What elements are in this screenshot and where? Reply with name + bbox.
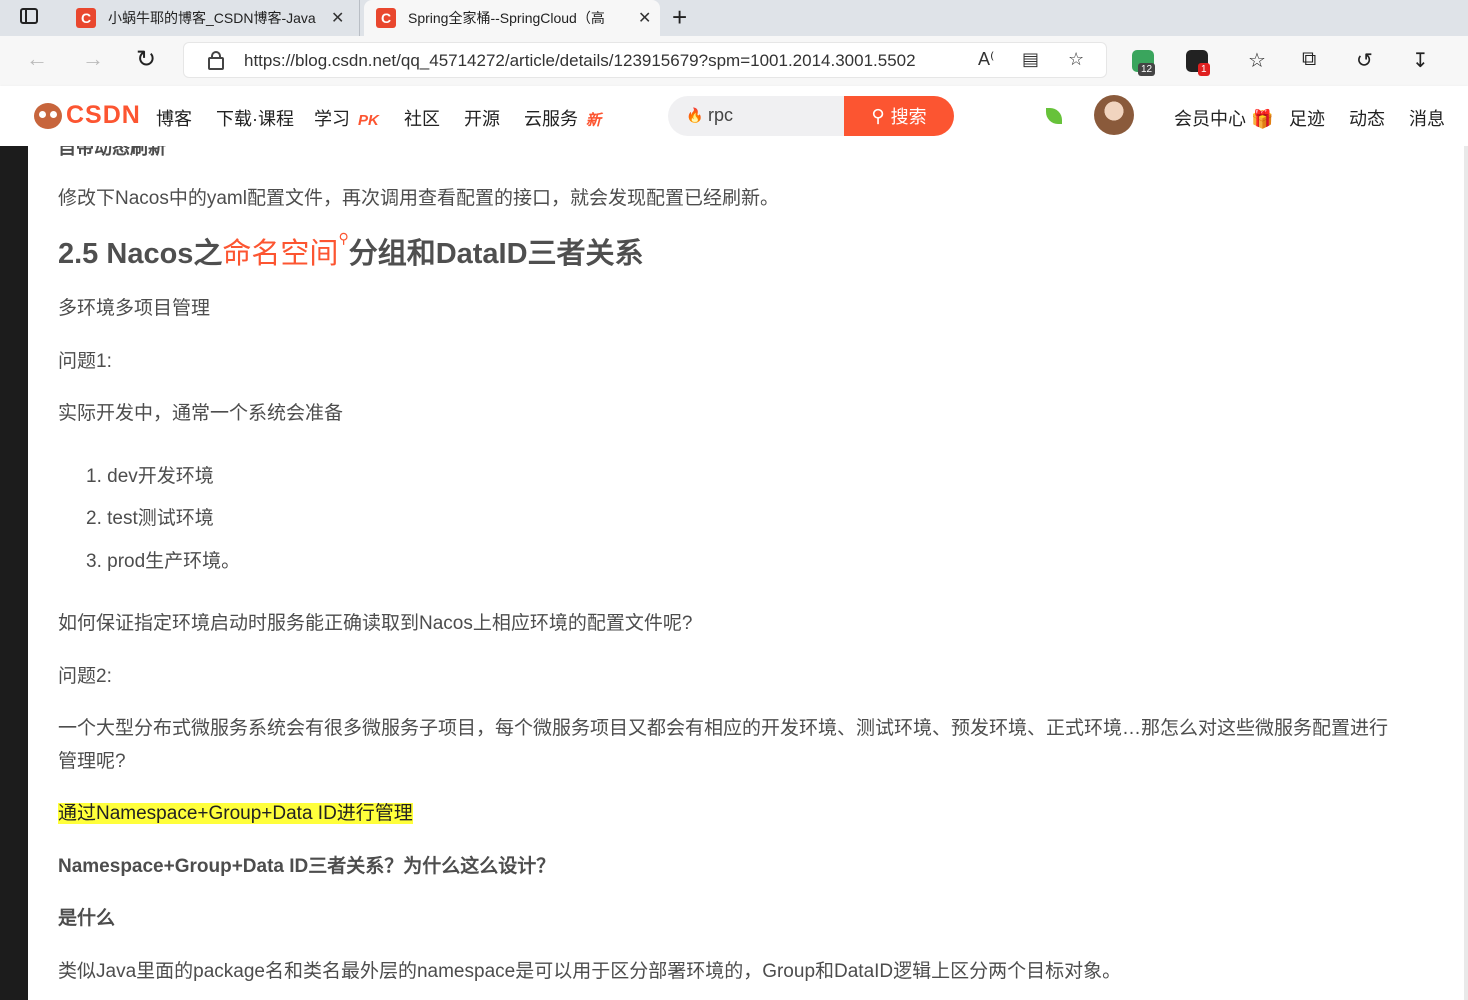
list-item: 1. dev开发环境 (86, 466, 214, 487)
nav-member-center[interactable]: 会员中心 🎁 (1174, 105, 1273, 131)
csdn-header: CSDN 博客 下载·课程 学习PK 社区 开源 云服务新 🔥 ⚲ 搜索 会员中… (0, 86, 1468, 146)
nav-blog[interactable]: 博客 (156, 105, 192, 131)
nav-cloud-service[interactable]: 云服务新 (524, 105, 601, 131)
read-aloud-icon[interactable]: A⁽ (978, 49, 994, 70)
background-strip (0, 146, 28, 1000)
tab-title: Spring全家桶--SpringCloud（高 (408, 10, 605, 26)
avatar[interactable] (1094, 95, 1134, 135)
favorites-icon[interactable]: ☆ (1248, 48, 1266, 73)
hot-fire-icon: 🔥 (686, 107, 704, 123)
tab-csdn-blog[interactable]: C 小蜗牛耶的博客_CSDN博客-Java ✕ (62, 0, 360, 36)
back-arrow-icon[interactable]: ← (26, 46, 48, 72)
add-favorite-icon[interactable]: ☆ (1068, 49, 1084, 70)
search-field[interactable]: 🔥 (668, 96, 846, 136)
nav-open-source[interactable]: 开源 (464, 105, 500, 131)
nav-messages[interactable]: 消息 (1409, 105, 1445, 131)
reload-icon[interactable]: ↻ (136, 45, 156, 74)
cut-off-heading: 自带动态刷新 (58, 146, 166, 158)
paragraph: 如何保证指定环境启动时服务能正确读取到Nacos上相应环境的配置文件呢? (58, 613, 693, 634)
tab-springcloud-article[interactable]: C Spring全家桶--SpringCloud（高 ✕ (364, 0, 660, 36)
extension-app-icon[interactable]: 1 (1186, 50, 1210, 76)
search-button[interactable]: ⚲ 搜索 (844, 96, 954, 136)
bold-question: Namespace+Group+Data ID三者关系？为什么这么设计？ (58, 856, 556, 877)
search-icon[interactable]: ⚲ (338, 230, 348, 246)
list-item: 2. test测试环境 (86, 508, 214, 529)
extension-shield-icon[interactable]: 12 (1132, 50, 1156, 76)
history-icon[interactable]: ↺ (1356, 48, 1373, 73)
paragraph: 问题1: (58, 351, 112, 372)
paragraph: 类似Java里面的package名和类名最外层的namespace是可以用于区分… (58, 961, 1122, 982)
nav-download-course[interactable]: 下载·课程 (216, 105, 294, 131)
paragraph: 管理呢? (58, 751, 126, 772)
close-tab-icon[interactable]: ✕ (331, 8, 344, 28)
gift-icon: 🎁 (1251, 109, 1274, 129)
nav-community[interactable]: 社区 (404, 105, 440, 131)
bold-subheading: 是什么 (58, 908, 116, 929)
new-badge: 新 (586, 112, 602, 129)
forward-arrow-icon[interactable]: → (82, 46, 104, 72)
close-tab-icon[interactable]: ✕ (638, 8, 651, 28)
leaf-icon[interactable] (1046, 108, 1062, 124)
url-text[interactable]: https://blog.csdn.net/qq_45714272/articl… (244, 51, 916, 71)
scrollbar[interactable] (1464, 146, 1468, 1000)
section-heading: 2.5 Nacos之命名空间⚲分组和DataID三者关系 (58, 230, 644, 270)
new-tab-button[interactable]: + (672, 2, 687, 33)
address-bar[interactable]: https://blog.csdn.net/qq_45714272/articl… (183, 42, 1107, 78)
nav-footprint[interactable]: 足迹 (1289, 105, 1325, 131)
tab-actions-icon[interactable] (20, 8, 38, 24)
nav-activity[interactable]: 动态 (1349, 105, 1385, 131)
nav-learn[interactable]: 学习 PK (314, 105, 379, 131)
highlighted-text: 通过Namespace+Group+Data ID进行管理 (58, 803, 413, 824)
pk-badge: PK (358, 112, 379, 129)
paragraph: 问题2: (58, 666, 112, 687)
immersive-reader-icon[interactable]: ▤ (1022, 49, 1039, 70)
paragraph: 多环境多项目管理 (58, 298, 211, 319)
lock-icon[interactable] (208, 51, 224, 70)
browser-toolbar: ← → ↻ https://blog.csdn.net/qq_45714272/… (0, 36, 1468, 87)
paragraph: 修改下Nacos中的yaml配置文件，再次调用查看配置的接口，就会发现配置已经刷… (58, 188, 779, 209)
article-content: 自带动态刷新 修改下Nacos中的yaml配置文件，再次调用查看配置的接口，就会… (28, 146, 1468, 1000)
csdn-logo[interactable]: CSDN (66, 101, 141, 130)
downloads-icon[interactable]: ↧ (1412, 48, 1429, 73)
paragraph: 实际开发中，通常一个系统会准备 (58, 403, 344, 424)
csdn-favicon-icon: C (376, 8, 396, 28)
tab-strip: C 小蜗牛耶的博客_CSDN博客-Java ✕ C Spring全家桶--Spr… (0, 0, 1468, 36)
collections-icon[interactable]: ⧉ (1302, 48, 1316, 71)
search-input[interactable] (708, 105, 838, 126)
csdn-mascot-icon[interactable] (34, 103, 62, 129)
search-icon: ⚲ (871, 105, 885, 126)
keyword-link[interactable]: 命名空间 (222, 238, 338, 270)
tab-title: 小蜗牛耶的博客_CSDN博客-Java (108, 10, 316, 26)
paragraph: 一个大型分布式微服务系统会有很多微服务子项目，每个微服务项目又都会有相应的开发环… (58, 718, 1389, 739)
list-item: 3. prod生产环境。 (86, 551, 241, 572)
csdn-favicon-icon: C (76, 8, 96, 28)
